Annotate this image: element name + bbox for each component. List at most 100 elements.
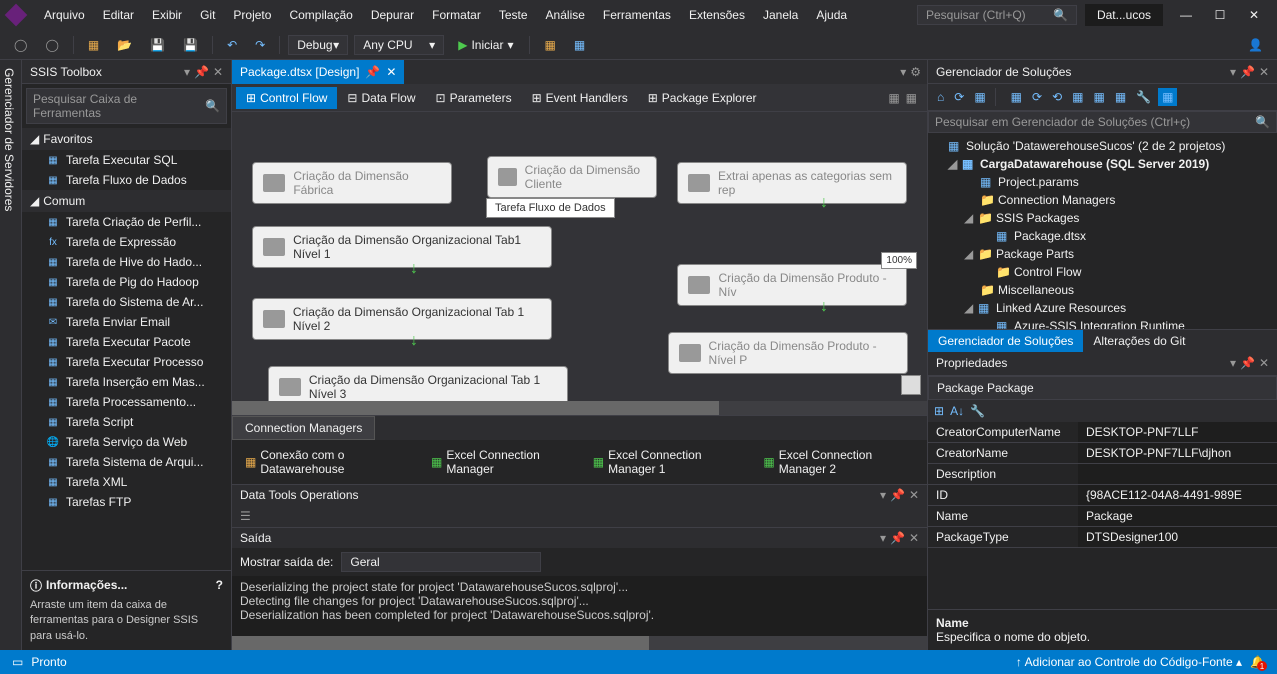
property-row[interactable]: ID{98ACE112-04A8-4491-989E <box>928 485 1277 506</box>
conn-item[interactable]: ▦Excel Connection Manager <box>422 444 582 480</box>
project-node[interactable]: ◢▦CargaDatawarehouse (SQL Server 2019) <box>928 155 1277 173</box>
dropdown-icon[interactable]: ▾ <box>880 488 886 502</box>
pin-icon[interactable]: 📌 <box>890 488 905 502</box>
refresh-icon[interactable]: ⟳ <box>1029 88 1045 106</box>
tab-event-handlers[interactable]: ⊞Event Handlers <box>522 87 638 109</box>
property-row[interactable]: NamePackage <box>928 506 1277 527</box>
toolbox-item[interactable]: ▦Tarefa Inserção em Mas... <box>22 372 231 392</box>
output-scrollbar[interactable] <box>232 636 927 650</box>
toolbox-item[interactable]: fxTarefa de Expressão <box>22 232 231 252</box>
global-search[interactable]: Pesquisar (Ctrl+Q) 🔍 <box>917 5 1077 25</box>
task-prod-nivel[interactable]: Criação da Dimensão Produto - Nív <box>677 264 907 306</box>
tree-item[interactable]: 📁Control Flow <box>928 263 1277 281</box>
menu-ferramentas[interactable]: Ferramentas <box>595 4 679 26</box>
tab-parameters[interactable]: ⊡Parameters <box>426 87 522 109</box>
tree-item-package[interactable]: ▦Package.dtsx <box>928 227 1277 245</box>
open-icon[interactable]: 📂 <box>111 36 138 54</box>
dropdown-icon[interactable]: ▾ <box>1230 356 1236 370</box>
menu-ajuda[interactable]: Ajuda <box>808 4 855 26</box>
back-button[interactable]: ◯ <box>8 36 33 54</box>
menu-editar[interactable]: Editar <box>95 4 142 26</box>
platform-dropdown[interactable]: Any CPU▾ <box>354 35 444 55</box>
menu-teste[interactable]: Teste <box>491 4 536 26</box>
canvas-scrollbar[interactable] <box>232 401 927 415</box>
zoom-indicator[interactable]: 100% <box>881 252 917 269</box>
tree-item[interactable]: ▦Project.params <box>928 173 1277 191</box>
wrench-icon[interactable]: 🔧 <box>1133 88 1154 106</box>
tab-solution-explorer[interactable]: Gerenciador de Soluções <box>928 330 1083 352</box>
menu-arquivo[interactable]: Arquivo <box>36 4 93 26</box>
category-comum[interactable]: ◢Comum <box>22 190 231 212</box>
properties-object-selector[interactable]: Package Package <box>928 376 1277 400</box>
tree-item[interactable]: 📁Connection Managers <box>928 191 1277 209</box>
toolbar-icon[interactable]: ▦ <box>1090 88 1107 106</box>
toolbox-item[interactable]: ▦Tarefa de Hive do Hado... <box>22 252 231 272</box>
home-icon[interactable]: ⌂ <box>934 88 947 106</box>
conn-item[interactable]: ▦Excel Connection Manager 1 <box>584 444 753 480</box>
property-row[interactable]: PackageTypeDTSDesigner100 <box>928 527 1277 548</box>
toolbar-icon[interactable]: ▦ <box>1008 88 1025 106</box>
tab-git-changes[interactable]: Alterações do Git <box>1083 330 1195 352</box>
task-org2[interactable]: Criação da Dimensão Organizacional Tab 1… <box>252 298 552 340</box>
property-row[interactable]: Description <box>928 464 1277 485</box>
toolbox-item[interactable]: ▦Tarefa de Pig do Hadoop <box>22 272 231 292</box>
minimize-button[interactable]: — <box>1171 5 1201 25</box>
menu-git[interactable]: Git <box>192 4 223 26</box>
tab-data-flow[interactable]: ⊟Data Flow <box>337 87 425 109</box>
toolbox-item[interactable]: ▦Tarefa Sistema de Arqui... <box>22 452 231 472</box>
maximize-button[interactable]: ☐ <box>1205 5 1235 25</box>
chevron-down-icon[interactable]: ◢ <box>964 247 974 261</box>
tree-item[interactable]: ◢▦Linked Azure Resources <box>928 299 1277 317</box>
toolbox-item[interactable]: ▦Tarefa do Sistema de Ar... <box>22 292 231 312</box>
output-source-dropdown[interactable]: Geral <box>341 552 541 572</box>
property-row[interactable]: CreatorComputerNameDESKTOP-PNF7LLF <box>928 422 1277 443</box>
toolbox-item[interactable]: ▦Tarefa Executar Processo <box>22 352 231 372</box>
close-icon[interactable]: ✕ <box>909 531 919 545</box>
chevron-down-icon[interactable]: ◢ <box>948 157 958 171</box>
menu-compilacao[interactable]: Compilação <box>281 4 360 26</box>
server-explorer-tab[interactable]: Gerenciador de Servidores <box>0 60 22 650</box>
menu-exibir[interactable]: Exibir <box>144 4 190 26</box>
help-icon[interactable]: ? <box>216 578 223 592</box>
solution-tab[interactable]: Dat...ucos <box>1085 4 1163 26</box>
tree-item[interactable]: ◢📁SSIS Packages <box>928 209 1277 227</box>
undo-icon[interactable]: ↶ <box>221 36 243 54</box>
solution-node[interactable]: ▦Solução 'DatawerehouseSucos' (2 de 2 pr… <box>928 137 1277 155</box>
tab-control-flow[interactable]: ⊞Control Flow <box>236 87 337 109</box>
source-control-button[interactable]: ↑ Adicionar ao Controle do Código-Fonte … <box>1016 655 1242 669</box>
pin-icon[interactable]: 📌 <box>194 65 209 79</box>
menu-analise[interactable]: Análise <box>538 4 593 26</box>
feedback-icon[interactable]: 👤 <box>1242 36 1269 54</box>
tree-item[interactable]: 📁Miscellaneous <box>928 281 1277 299</box>
redo-icon[interactable]: ↷ <box>249 36 271 54</box>
toolbox-item[interactable]: ▦Tarefa Executar Pacote <box>22 332 231 352</box>
tab-package-explorer[interactable]: ⊞Package Explorer <box>638 87 767 109</box>
menu-projeto[interactable]: Projeto <box>225 4 279 26</box>
start-button[interactable]: ▶Iniciar▾ <box>450 36 521 54</box>
toolbox-item[interactable]: ▦Tarefa Fluxo de Dados <box>22 170 231 190</box>
new-project-icon[interactable]: ▦ <box>82 36 105 54</box>
dropdown-icon[interactable]: ▾ <box>900 65 906 79</box>
category-favoritos[interactable]: ◢Favoritos <box>22 128 231 150</box>
chevron-down-icon[interactable]: ◢ <box>964 211 974 225</box>
toolbox-item[interactable]: ▦Tarefa Executar SQL <box>22 150 231 170</box>
dropdown-icon[interactable]: ▾ <box>880 531 886 545</box>
task-fabrica[interactable]: Criação da Dimensão Fábrica <box>252 162 452 204</box>
pin-icon[interactable]: 📌 <box>890 531 905 545</box>
list-icon[interactable]: ☰ <box>240 509 251 523</box>
task-prod-nivelp[interactable]: Criação da Dimensão Produto - Nível P <box>668 332 908 374</box>
menu-extensoes[interactable]: Extensões <box>681 4 753 26</box>
task-categorias[interactable]: Extrai apenas as categorias sem rep <box>677 162 907 204</box>
close-button[interactable]: ✕ <box>1239 5 1269 25</box>
sync-icon[interactable]: ⟳ <box>951 88 967 106</box>
toolbox-item[interactable]: ▦Tarefas FTP <box>22 492 231 512</box>
toolbox-item[interactable]: ▦Tarefa Processamento... <box>22 392 231 412</box>
pin-icon[interactable]: 📌 <box>1240 65 1255 79</box>
save-all-icon[interactable]: 💾 <box>177 36 204 54</box>
toolbox-icon[interactable]: ▦ <box>906 91 917 105</box>
variables-icon[interactable]: ▦ <box>888 91 899 105</box>
save-icon[interactable]: 💾 <box>144 36 171 54</box>
close-icon[interactable]: ✕ <box>909 488 919 502</box>
toolbox-item[interactable]: ▦Tarefa Criação de Perfil... <box>22 212 231 232</box>
conn-item[interactable]: ▦Conexão com o Datawarehouse <box>236 444 420 480</box>
